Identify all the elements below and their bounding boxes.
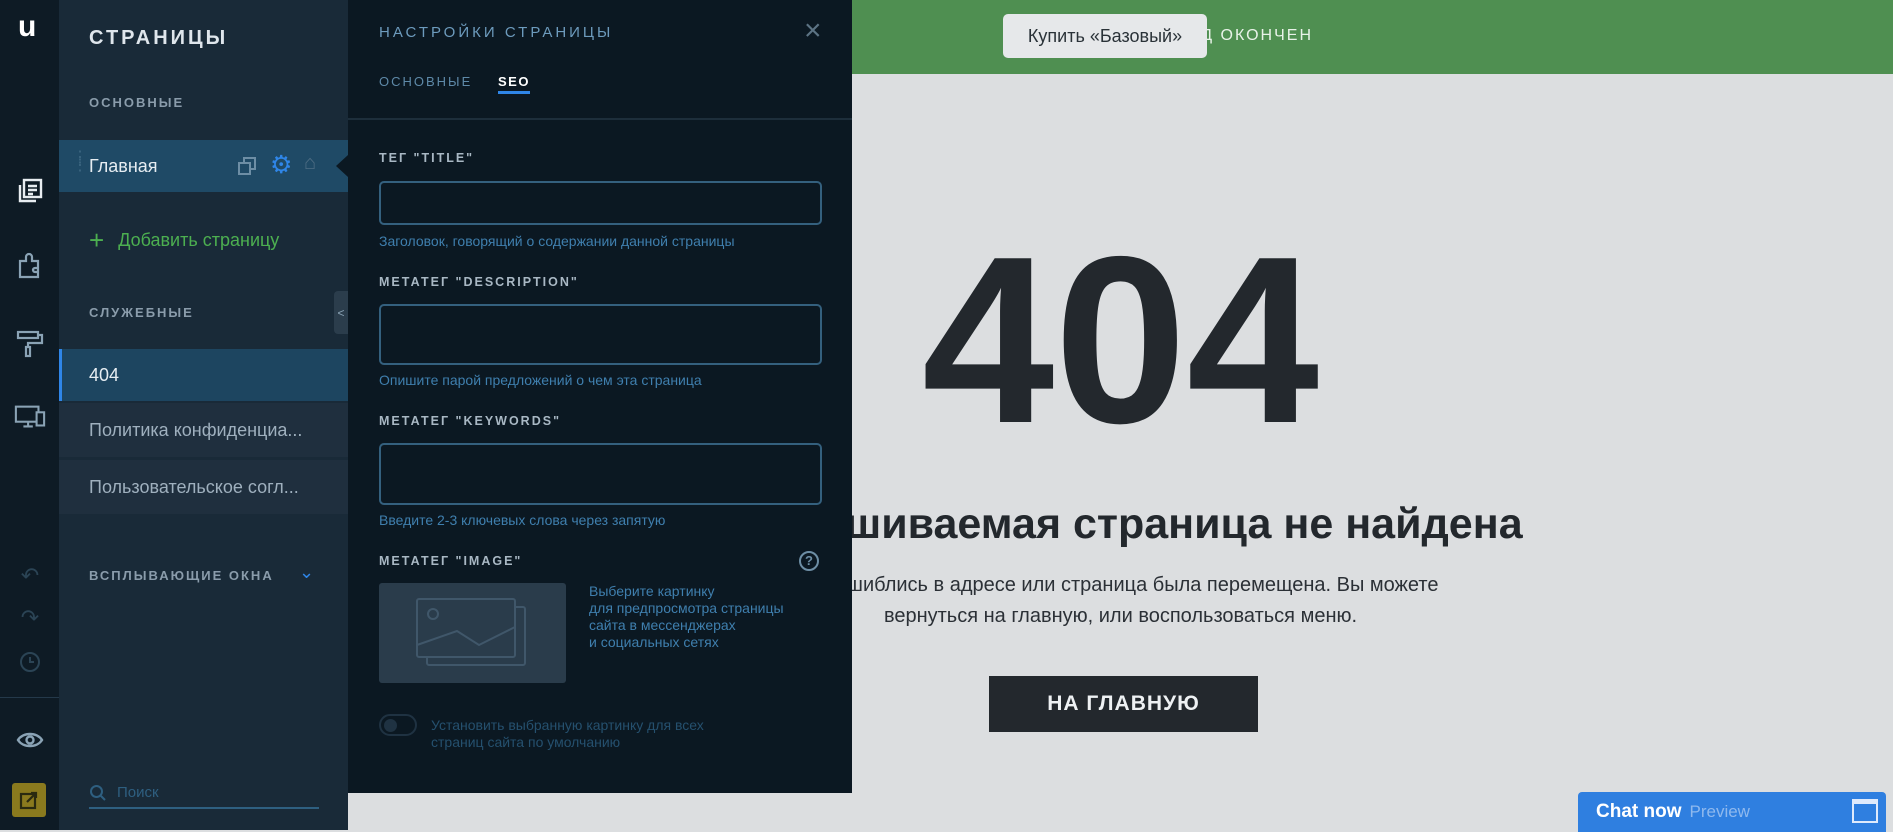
icon-rail: u ↶ ↷ (0, 0, 59, 830)
buy-basic-button[interactable]: Купить «Базовый» (1003, 14, 1207, 58)
chevron-down-icon[interactable]: ⌄ (299, 562, 314, 583)
image-text-line: сайта в мессенджерах (589, 617, 736, 633)
page-label: Пользовательское согл... (89, 476, 299, 497)
design-roller-icon[interactable] (14, 328, 46, 360)
home-button[interactable]: НА ГЛАВНУЮ (989, 676, 1258, 732)
section-service: СЛУЖЕБНЫЕ (89, 305, 194, 320)
description-label: МЕТАТЕГ "DESCRIPTION" (379, 275, 579, 289)
preview-eye-icon[interactable] (14, 724, 46, 756)
pages-title: СТРАНИЦЫ (89, 27, 229, 49)
default-image-toggle[interactable] (379, 714, 417, 736)
keywords-label: МЕТАТЕГ "KEYWORDS" (379, 414, 562, 428)
image-label: МЕТАТЕГ "IMAGE" (379, 554, 523, 568)
keywords-input[interactable] (379, 443, 822, 505)
add-page-button[interactable]: + Добавить страницу (89, 225, 279, 256)
page-settings-panel: НАСТРОЙКИ СТРАНИЦЫ × ОСНОВНЫЕ SEO ТЕГ "T… (348, 0, 852, 793)
rail-divider (0, 697, 59, 698)
pages-sidebar: СТРАНИЦЫ ОСНОВНЫЕ ⋮ ⋮ Главная ⚙ ⌂ + Добав… (59, 0, 348, 830)
toggle-knob (384, 719, 397, 732)
logo: u (18, 10, 37, 43)
collapse-sidebar-button[interactable]: < (334, 291, 348, 334)
search-placeholder: Поиск (117, 784, 159, 801)
settings-title: НАСТРОЙКИ СТРАНИЦЫ (379, 24, 614, 41)
toggle-description: Установить выбранную картинку для всех с… (431, 717, 704, 751)
toggle-text-line: страниц сайта по умолчанию (431, 734, 621, 750)
home-icon[interactable]: ⌂ (304, 152, 316, 175)
close-icon[interactable]: × (804, 16, 822, 46)
plugins-icon[interactable] (14, 250, 46, 282)
image-text-line: и социальных сетях (589, 634, 719, 650)
page-item-privacy[interactable]: Политика конфиденциа... (59, 403, 348, 457)
image-picker[interactable] (379, 583, 566, 683)
description-hint: Опишите парой предложений о чем эта стра… (379, 372, 702, 388)
image-text-line: Выберите картинку (589, 583, 715, 599)
search-icon (90, 784, 106, 801)
pages-icon[interactable] (14, 175, 46, 207)
gear-icon[interactable]: ⚙ (270, 150, 292, 180)
page-label: Главная (89, 155, 158, 176)
publish-icon[interactable] (12, 783, 46, 817)
history-icon[interactable] (14, 646, 46, 678)
image-text-line: для предпросмотра страницы (589, 600, 784, 616)
chat-label: Chat now (1596, 801, 1682, 822)
description-input[interactable] (379, 304, 822, 365)
tab-seo[interactable]: SEO (498, 74, 530, 94)
page-label: Политика конфиденциа... (89, 419, 303, 440)
page-item-terms[interactable]: Пользовательское согл... (59, 460, 348, 514)
title-tag-hint: Заголовок, говорящий о содержании данной… (379, 233, 735, 249)
image-placeholder-icon (416, 598, 526, 666)
redo-icon[interactable]: ↷ (14, 602, 46, 634)
search-input[interactable]: Поиск (89, 778, 319, 809)
tabs-divider (348, 118, 852, 120)
section-popups[interactable]: ВСПЛЫВАЮЩИЕ ОКНА (89, 568, 274, 583)
toggle-text-line: Установить выбранную картинку для всех (431, 717, 704, 733)
window-icon (1852, 799, 1878, 823)
section-main: ОСНОВНЫЕ (89, 95, 185, 110)
page-label: 404 (89, 364, 120, 385)
help-icon[interactable]: ? (799, 551, 819, 571)
devices-icon[interactable] (14, 401, 46, 433)
add-page-label: Добавить страницу (118, 230, 280, 250)
drag-handle-icon[interactable]: ⋮ ⋮ (72, 150, 88, 174)
undo-icon[interactable]: ↶ (14, 560, 46, 592)
title-tag-input[interactable] (379, 181, 822, 225)
title-tag-label: ТЕГ "TITLE" (379, 151, 475, 165)
duplicate-icon[interactable] (237, 156, 257, 181)
chat-widget[interactable]: Chat now Preview (1578, 792, 1886, 832)
page-item-404[interactable]: 404 (59, 349, 348, 401)
chat-sub: Preview (1689, 802, 1750, 821)
keywords-hint: Введите 2-3 ключевых слова через запятую (379, 512, 666, 528)
image-description: Выберите картинку для предпросмотра стра… (589, 583, 784, 651)
tab-general[interactable]: ОСНОВНЫЕ (379, 74, 472, 89)
plus-icon: + (89, 225, 105, 255)
pointer-arrow (336, 155, 348, 177)
page-item-home[interactable]: ⋮ ⋮ Главная ⚙ ⌂ (59, 140, 348, 192)
